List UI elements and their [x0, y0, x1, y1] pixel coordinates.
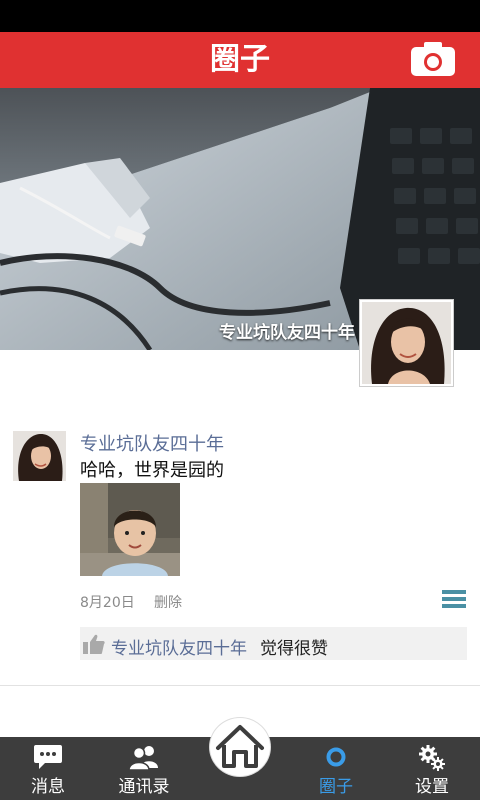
tab-settings-label: 设置 — [415, 777, 449, 797]
divider — [0, 685, 480, 686]
home-button[interactable] — [210, 718, 270, 776]
like-user-name[interactable]: 专业坑队友四十年 — [111, 634, 247, 659]
more-menu-icon[interactable] — [442, 590, 466, 612]
tab-contacts[interactable]: 通讯录 — [96, 737, 192, 800]
post-author-avatar[interactable] — [13, 431, 66, 481]
page-title: 圈子 — [210, 42, 270, 77]
like-panel: 专业坑队友四十年 觉得很赞 — [80, 627, 467, 660]
cover-user-name: 专业坑队友四十年 — [219, 323, 355, 343]
tab-contacts-label: 通讯录 — [118, 777, 170, 797]
tab-circle[interactable]: 圈子 — [288, 737, 384, 800]
post-date: 8月20日 — [80, 595, 135, 611]
title-bar: 圈子 — [0, 32, 480, 88]
circle-icon — [323, 744, 349, 774]
thumbs-up-icon — [83, 634, 105, 654]
tab-circle-label: 圈子 — [319, 777, 353, 797]
cover-avatar[interactable] — [360, 300, 453, 386]
home-icon — [216, 725, 264, 768]
post-text: 哈哈，世界是园的 — [80, 460, 224, 481]
camera-icon[interactable] — [410, 41, 456, 77]
post-author-name[interactable]: 专业坑队友四十年 — [80, 430, 224, 456]
tab-messages-label: 消息 — [31, 777, 65, 797]
post-photo[interactable] — [80, 483, 180, 576]
like-text: 觉得很赞 — [260, 639, 328, 659]
chat-icon — [33, 744, 63, 774]
delete-button[interactable]: 删除 — [154, 592, 182, 612]
tab-messages[interactable]: 消息 — [0, 737, 96, 800]
tab-settings[interactable]: 设置 — [384, 737, 480, 800]
contacts-icon — [128, 744, 160, 774]
status-bar — [0, 0, 480, 32]
